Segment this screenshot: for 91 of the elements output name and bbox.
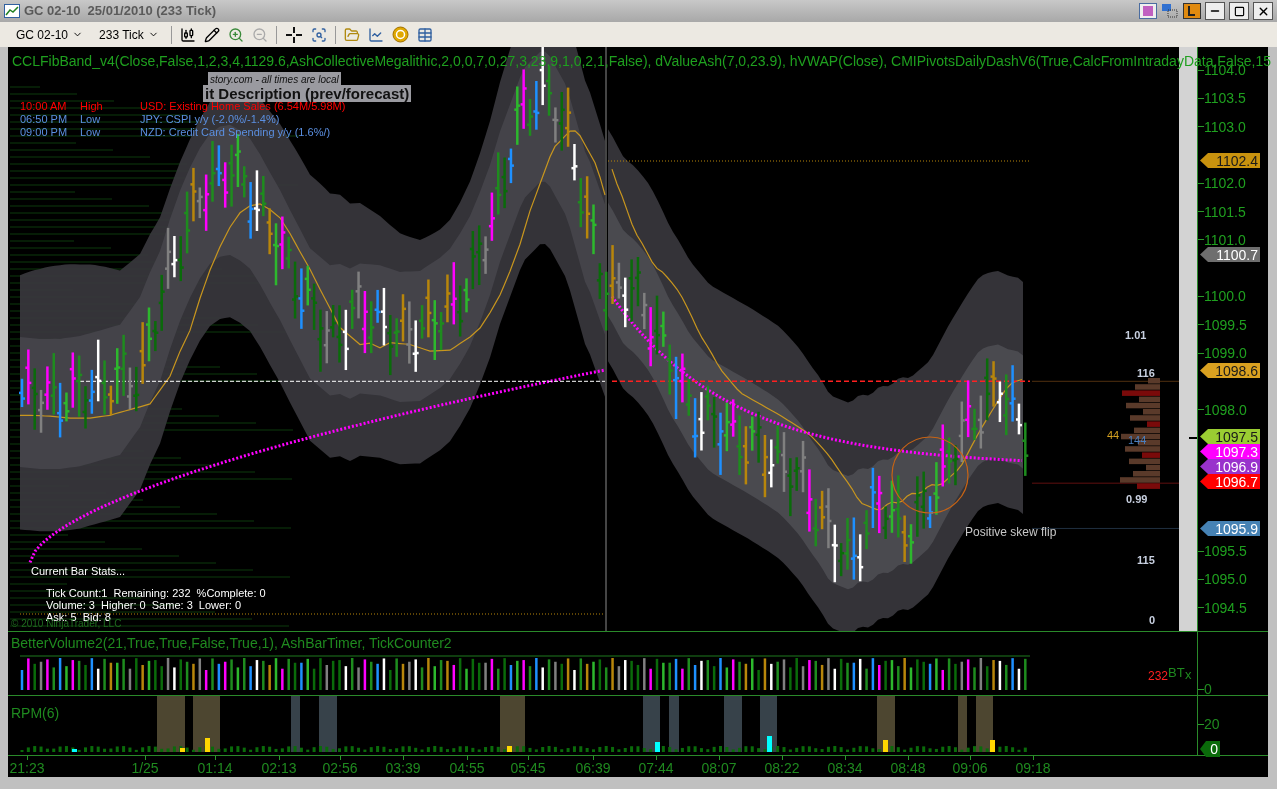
price-tag: 1095.9 bbox=[1200, 521, 1260, 536]
color-icon[interactable] bbox=[1139, 3, 1157, 19]
highlight-column bbox=[157, 696, 185, 752]
price-tag: 1100.7 bbox=[1200, 247, 1260, 262]
zoom-in-icon[interactable] bbox=[227, 26, 244, 43]
time-axis-label: 09:06 bbox=[952, 760, 988, 776]
highlight-column bbox=[319, 696, 337, 752]
interval-dropdown[interactable]: 233 Tick bbox=[95, 25, 163, 44]
maximize-icon bbox=[1233, 5, 1245, 17]
highlight-column bbox=[669, 696, 679, 752]
rpm-indicator-label: RPM(6) bbox=[11, 706, 60, 720]
bar-timer: BT bbox=[1168, 666, 1185, 679]
price-tag: 1097.5 bbox=[1200, 429, 1260, 444]
highlight-column bbox=[877, 696, 895, 752]
time-axis-label: 05:45 bbox=[510, 760, 546, 776]
highlight-column bbox=[193, 696, 220, 752]
rpm-axis-label: 20 bbox=[1204, 716, 1220, 732]
time-axis-label: 04:55 bbox=[449, 760, 485, 776]
maximize-button[interactable] bbox=[1229, 2, 1249, 20]
price-axis-label: 1094.5 bbox=[1204, 599, 1247, 616]
bar-stats-line: Volume: 3 Higher: 0 Same: 3 Lower: 0 bbox=[46, 599, 243, 611]
bar-timer-mark: x bbox=[1185, 668, 1192, 681]
volume-indicator-label: BetterVolume2(21,True,True,False,True,1), AshBarTimer, TickCounter2 bbox=[11, 636, 452, 650]
time-axis-label: 06:39 bbox=[575, 760, 611, 776]
price-axis-label: 1102.0 bbox=[1204, 175, 1246, 192]
value-tag: 0 bbox=[1200, 741, 1220, 757]
instrument-dropdown[interactable]: GC 02-10 bbox=[12, 25, 88, 44]
price-axis-label: 1099.0 bbox=[1204, 345, 1247, 361]
minimize-button[interactable] bbox=[1205, 2, 1225, 20]
time-axis-label: 07:44 bbox=[638, 760, 674, 776]
profile-label: 0.99 bbox=[1126, 492, 1148, 507]
copyright: © 2010 NinjaTrader, LLC bbox=[11, 619, 122, 629]
price-axis-label: 1101.0 bbox=[1204, 231, 1246, 248]
highlight-column bbox=[724, 696, 742, 752]
price-tag: 1098.6 bbox=[1200, 363, 1260, 378]
close-button[interactable] bbox=[1253, 2, 1273, 20]
price-tag: 1096.9 bbox=[1200, 459, 1260, 474]
volume-axis-label: 0 bbox=[1204, 681, 1212, 697]
profile-label: 116 bbox=[1137, 366, 1155, 381]
tick-counter: 232 bbox=[1148, 670, 1169, 682]
price-tag: 1096.7 bbox=[1200, 474, 1260, 489]
profile-label: 44 bbox=[1107, 428, 1120, 443]
price-axis-label: 1103.0 bbox=[1204, 118, 1246, 135]
bar-stats-title: Current Bar Stats... bbox=[31, 564, 126, 579]
price-tag: 1102.4 bbox=[1200, 153, 1260, 168]
price-axis-label: 1095.0 bbox=[1204, 571, 1247, 588]
time-axis-label: 1/25 bbox=[131, 760, 159, 776]
price-axis-label: 1099.5 bbox=[1204, 316, 1247, 333]
time-axis-label: 08:07 bbox=[701, 760, 737, 776]
time-axis-label: 01:14 bbox=[197, 760, 233, 776]
time-axis-label: 09:18 bbox=[1015, 760, 1051, 776]
price-axis-label: 1101.5 bbox=[1204, 203, 1246, 220]
time-axis-label: 21:23 bbox=[9, 760, 45, 776]
line-chart-icon[interactable] bbox=[367, 26, 384, 43]
time-axis-label: 08:48 bbox=[890, 760, 926, 776]
coin-icon[interactable] bbox=[391, 26, 409, 43]
highlight-column bbox=[760, 696, 777, 752]
price-axis-label: 1103.5 bbox=[1204, 90, 1246, 107]
profile-label: 0 bbox=[1149, 613, 1156, 628]
bar-type-icon[interactable] bbox=[179, 26, 196, 43]
news-row-text: 06:50 PM Low JPY: CSPI y/y (-2.0%/-1.4%) bbox=[20, 113, 281, 126]
time-axis-label: 08:22 bbox=[764, 760, 800, 776]
highlight-column bbox=[500, 696, 525, 752]
highlight-column bbox=[976, 696, 993, 752]
window-title: GC 02-10 25/01/2010 (233 Tick) bbox=[24, 2, 216, 21]
chart-icon bbox=[4, 4, 20, 18]
profile-label: 115 bbox=[1137, 553, 1155, 568]
highlight-column bbox=[958, 696, 967, 752]
price-tag: 1097.3 bbox=[1200, 444, 1260, 459]
time-axis-label: 03:39 bbox=[385, 760, 421, 776]
pencil-icon[interactable] bbox=[203, 26, 220, 43]
news-header: it Description (prev/forecast) bbox=[203, 85, 412, 102]
profile-label: 1.01 bbox=[1125, 328, 1147, 343]
time-axis-label: 08:34 bbox=[827, 760, 863, 776]
crosshair-icon[interactable] bbox=[284, 25, 303, 44]
bar-stats-line: Tick Count:1 Remaining: 232 %Complete: 0 bbox=[46, 587, 266, 599]
profile-label: 144 bbox=[1128, 433, 1147, 448]
link-icon[interactable] bbox=[1183, 3, 1201, 19]
price-axis-label: 1098.0 bbox=[1204, 401, 1247, 418]
properties-icon[interactable] bbox=[310, 26, 327, 43]
news-row-text: 09:00 PM Low NZD: Credit Card Spending y/y (1.6%/) bbox=[20, 126, 332, 139]
highlight-column bbox=[291, 696, 300, 752]
folder-icon[interactable] bbox=[343, 26, 360, 43]
price-axis-label: 1095.5 bbox=[1204, 543, 1247, 560]
annotation: Positive skew flip bbox=[965, 524, 1057, 541]
table-icon[interactable] bbox=[416, 26, 433, 43]
time-axis-label: 02:56 bbox=[322, 760, 358, 776]
price-axis-label: 1100.0 bbox=[1204, 288, 1246, 305]
windows-icon[interactable] bbox=[1161, 3, 1179, 19]
highlight-column bbox=[643, 696, 660, 752]
time-axis-label: 02:13 bbox=[261, 760, 297, 776]
